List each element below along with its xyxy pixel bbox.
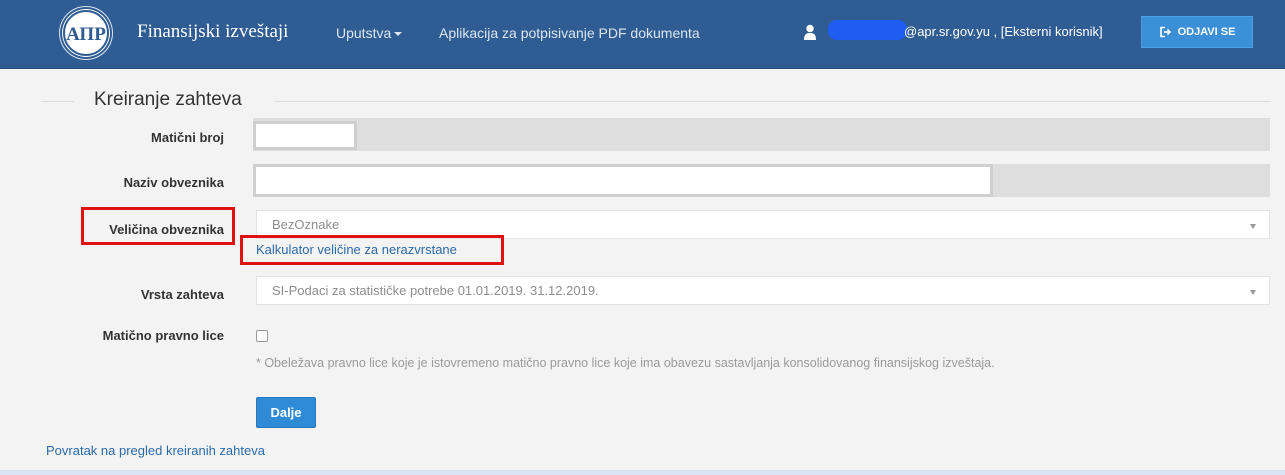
calculator-link[interactable]: Kalkulator veličine za nerazvrstane bbox=[256, 242, 457, 257]
logout-label: ODJAVI SE bbox=[1177, 26, 1236, 38]
legend-divider-right bbox=[275, 101, 1271, 102]
velicina-value: BezOznake bbox=[272, 217, 340, 232]
brand-title[interactable]: Finansijski izveštaji bbox=[137, 21, 288, 43]
bottom-divider bbox=[0, 470, 1285, 475]
vrsta-zahteva-label: Vrsta zahteva bbox=[140, 287, 224, 302]
naziv-obveznika-label: Naziv obveznika bbox=[123, 175, 224, 190]
redacted-username bbox=[828, 20, 907, 40]
velicina-obveznika-label: Veličina obveznika bbox=[109, 222, 224, 237]
logout-icon bbox=[1159, 26, 1171, 38]
vrsta-select[interactable]: SI-Podaci za statističke potrebe 01.01.2… bbox=[256, 276, 1270, 305]
caret-down-icon bbox=[394, 32, 403, 37]
maticni-broj-input[interactable] bbox=[253, 121, 357, 150]
legend-divider-left bbox=[41, 101, 74, 102]
nav-uputstva-label: Uputstva bbox=[336, 25, 392, 41]
vrsta-value: SI-Podaci za statističke potrebe 01.01.2… bbox=[272, 283, 599, 298]
nav-pdf-app-link[interactable]: Aplikacija za potpisivanje PDF dokumenta bbox=[439, 25, 700, 41]
logout-button[interactable]: ODJAVI SE bbox=[1141, 16, 1253, 48]
naziv-obveznika-input[interactable] bbox=[253, 164, 993, 197]
maticno-pravno-lice-label: Matično pravno lice bbox=[102, 328, 224, 343]
nav-uputstva-dropdown[interactable]: Uputstva bbox=[336, 25, 403, 41]
maticno-note: * Obeležava pravno lice koje je istovrem… bbox=[256, 356, 995, 370]
top-navbar: АПР Finansijski izveštaji Uputstva Aplik… bbox=[0, 0, 1285, 69]
dropdown-arrow-icon bbox=[1250, 290, 1256, 295]
dalje-button[interactable]: Dalje bbox=[256, 397, 316, 428]
dropdown-arrow-icon bbox=[1250, 224, 1256, 229]
user-info: @apr.sr.gov.yu , [Eksterni korisnik] bbox=[904, 24, 1103, 39]
form-title: Kreiranje zahteva bbox=[94, 89, 242, 110]
maticni-broj-field[interactable] bbox=[253, 118, 1270, 151]
maticni-broj-label: Matični broj bbox=[151, 130, 224, 145]
logo-lettering: АПР bbox=[66, 24, 106, 45]
apr-logo[interactable]: АПР bbox=[62, 9, 110, 57]
back-to-list-link[interactable]: Povratak na pregled kreiranih zahteva bbox=[46, 443, 265, 458]
user-icon bbox=[804, 24, 816, 40]
maticno-pravno-lice-checkbox[interactable] bbox=[256, 330, 268, 342]
